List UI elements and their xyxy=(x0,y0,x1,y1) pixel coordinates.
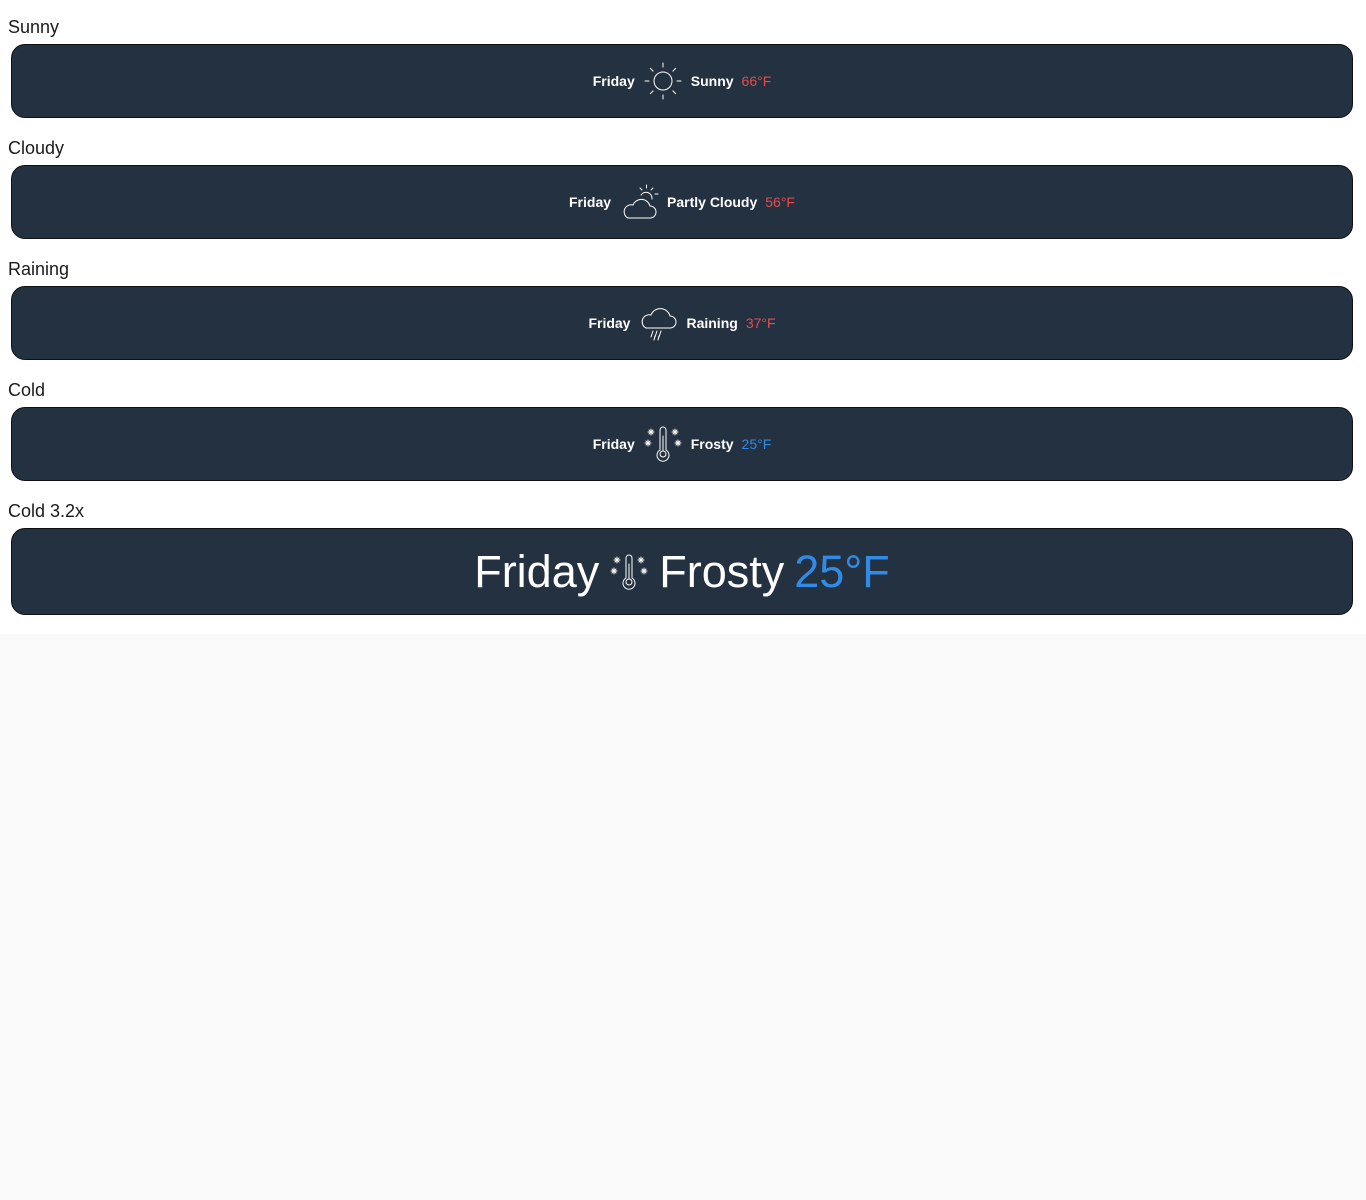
temperature-value: 37°F xyxy=(745,315,776,331)
condition-label: Sunny xyxy=(690,73,734,89)
section-label-cold-large: Cold 3.2x xyxy=(8,501,85,521)
condition-label: Raining xyxy=(686,315,738,331)
day-label: Friday xyxy=(592,73,635,89)
frost-thermometer-icon xyxy=(643,424,683,464)
day-label: Friday xyxy=(474,545,600,597)
section-label-cold: Cold xyxy=(8,380,46,400)
day-label: Friday xyxy=(592,436,635,452)
section-label-cloudy: Cloudy xyxy=(8,138,65,158)
weather-row: Friday Partly Cloudy 56°F xyxy=(569,182,795,222)
weather-card-raining: Friday Raining 37°F xyxy=(11,286,1353,360)
condition-label: Partly Cloudy xyxy=(667,194,758,210)
weather-row: Friday Sunny 66°F xyxy=(592,61,772,101)
weather-card-sunny: Friday Sunny 66°F xyxy=(11,44,1353,118)
section-label-sunny: Sunny xyxy=(8,17,60,37)
condition-label: Frosty xyxy=(690,436,734,452)
weather-row: Friday Raining 37°F xyxy=(588,303,776,343)
day-label: Friday xyxy=(569,194,612,210)
weather-row: Friday Frosty 25°F xyxy=(592,424,772,464)
temperature-value: 56°F xyxy=(765,194,795,210)
weather-card-cloudy: Friday Partly Cloudy 56°F xyxy=(11,165,1353,239)
frost-thermometer-icon xyxy=(609,552,649,592)
sun-icon xyxy=(643,61,683,101)
temperature-value: 25°F xyxy=(794,545,890,597)
temperature-value: 66°F xyxy=(741,73,772,89)
weather-demo-page: Sunny Friday Sunny 66°F Cloudy Friday Pa… xyxy=(0,0,1366,634)
condition-label: Frosty xyxy=(659,545,785,597)
rain-cloud-icon xyxy=(638,303,678,343)
weather-card-cold: Friday Frosty 25°F xyxy=(11,407,1353,481)
partly-cloudy-icon xyxy=(619,182,659,222)
section-label-raining: Raining xyxy=(8,259,70,279)
day-label: Friday xyxy=(588,315,631,331)
temperature-value: 25°F xyxy=(741,436,772,452)
weather-row: Friday Frosty 25°F xyxy=(474,546,890,598)
weather-card-cold-large: Friday Frosty 25°F xyxy=(11,528,1353,615)
